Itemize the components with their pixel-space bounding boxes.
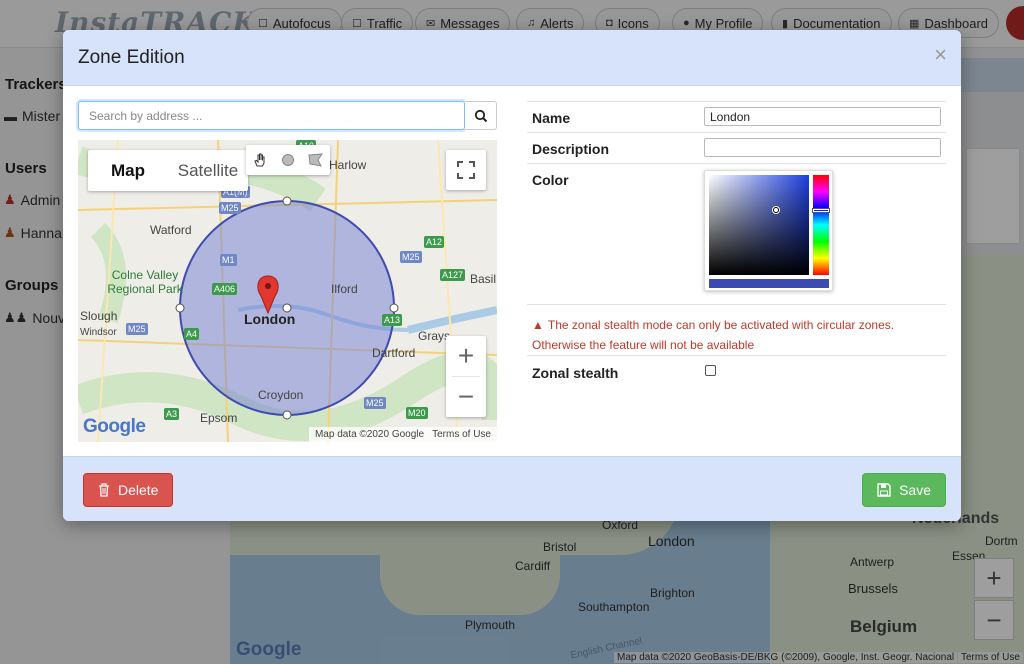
circle-icon[interactable] xyxy=(274,145,302,175)
color-label: Color xyxy=(532,172,569,188)
map-place-label: Colne Valley Regional Park xyxy=(107,268,183,296)
zoom-in-button[interactable]: + xyxy=(446,336,486,376)
road-label: M25 xyxy=(219,202,241,214)
road-label: A406 xyxy=(212,283,238,295)
saturation-value-area[interactable] xyxy=(709,175,809,275)
map-attribution: Map data ©2020 Google Terms of Use xyxy=(308,427,497,442)
road-label: A13 xyxy=(382,314,403,326)
map-place-label: Epsom xyxy=(200,411,238,425)
map-place-label: Dartford xyxy=(372,346,416,360)
modal-header: Zone Edition × xyxy=(63,30,961,86)
road-label: A12 xyxy=(424,236,445,248)
road-label: M25 xyxy=(364,397,386,409)
name-row: Name xyxy=(527,101,946,132)
close-icon[interactable]: × xyxy=(934,44,947,66)
map-type-control: Map Satellite xyxy=(88,150,248,191)
terms-link[interactable]: Terms of Use xyxy=(432,429,491,440)
hand-icon[interactable] xyxy=(246,145,274,175)
map-place-label: London xyxy=(244,311,296,327)
road-label: M25 xyxy=(400,251,422,263)
save-button[interactable]: Save xyxy=(862,473,946,507)
address-search-input[interactable] xyxy=(78,101,465,130)
description-input[interactable] xyxy=(704,138,941,157)
road-label: M20 xyxy=(406,407,428,419)
map-place-label: Watford xyxy=(150,223,192,237)
zoom-out-button[interactable]: − xyxy=(446,377,486,417)
delete-button[interactable]: Delete xyxy=(83,473,174,507)
zone-map[interactable]: Harlow Watford Colne Valley Regional Par… xyxy=(78,140,497,442)
stealth-warning: ▲ The zonal stealth mode can only be acti… xyxy=(532,315,894,355)
map-place-label: Windsor xyxy=(80,327,117,338)
map-place-label: Basil xyxy=(470,272,497,286)
polygon-icon[interactable] xyxy=(302,145,330,175)
modal-footer: Delete Save xyxy=(63,456,961,521)
name-label: Name xyxy=(532,110,571,126)
road-label: A3 xyxy=(164,408,180,420)
warning-icon: ▲ xyxy=(532,318,544,332)
modal-title: Zone Edition xyxy=(78,47,185,68)
fullscreen-button[interactable] xyxy=(446,150,486,190)
stealth-label: Zonal stealth xyxy=(532,365,619,381)
trash-icon xyxy=(99,483,109,497)
road-label: M25 xyxy=(126,323,148,335)
road-label: M1 xyxy=(220,254,237,266)
warning-line-1: The zonal stealth mode can only be activ… xyxy=(547,318,895,332)
map-type-map-button[interactable]: Map xyxy=(88,150,168,191)
hue-cursor[interactable] xyxy=(813,209,829,212)
color-preview xyxy=(709,279,829,288)
stealth-row: Zonal stealth xyxy=(527,355,946,386)
name-input[interactable] xyxy=(704,107,941,126)
color-picker xyxy=(704,170,833,291)
fullscreen-icon xyxy=(457,161,475,179)
description-label: Description xyxy=(532,141,610,157)
warning-line-2: Otherwise the feature will not be availa… xyxy=(532,338,755,352)
hue-slider[interactable] xyxy=(813,175,829,275)
zonal-stealth-checkbox[interactable] xyxy=(705,365,716,376)
drawing-toolbar xyxy=(246,145,330,175)
description-row: Description xyxy=(527,132,946,163)
map-place-label: Slough xyxy=(80,309,118,323)
search-button[interactable] xyxy=(465,101,497,130)
map-place-label: Ilford xyxy=(331,282,358,296)
google-logo: Google xyxy=(83,416,146,437)
road-label: A127 xyxy=(440,269,466,281)
map-type-satellite-button[interactable]: Satellite xyxy=(168,150,248,191)
search-icon xyxy=(474,109,487,122)
map-data-text: Map data ©2020 Google xyxy=(314,429,425,440)
zoom-control: + − xyxy=(446,336,486,417)
map-place-label: Harlow xyxy=(329,158,367,172)
save-label: Save xyxy=(899,482,931,498)
color-cursor[interactable] xyxy=(773,207,779,213)
road-label: A4 xyxy=(184,328,200,340)
map-place-label: Croydon xyxy=(258,388,304,402)
delete-label: Delete xyxy=(118,482,159,498)
floppy-icon xyxy=(877,483,891,497)
zone-edition-modal: Zone Edition × Search by address ... Har… xyxy=(63,30,961,521)
